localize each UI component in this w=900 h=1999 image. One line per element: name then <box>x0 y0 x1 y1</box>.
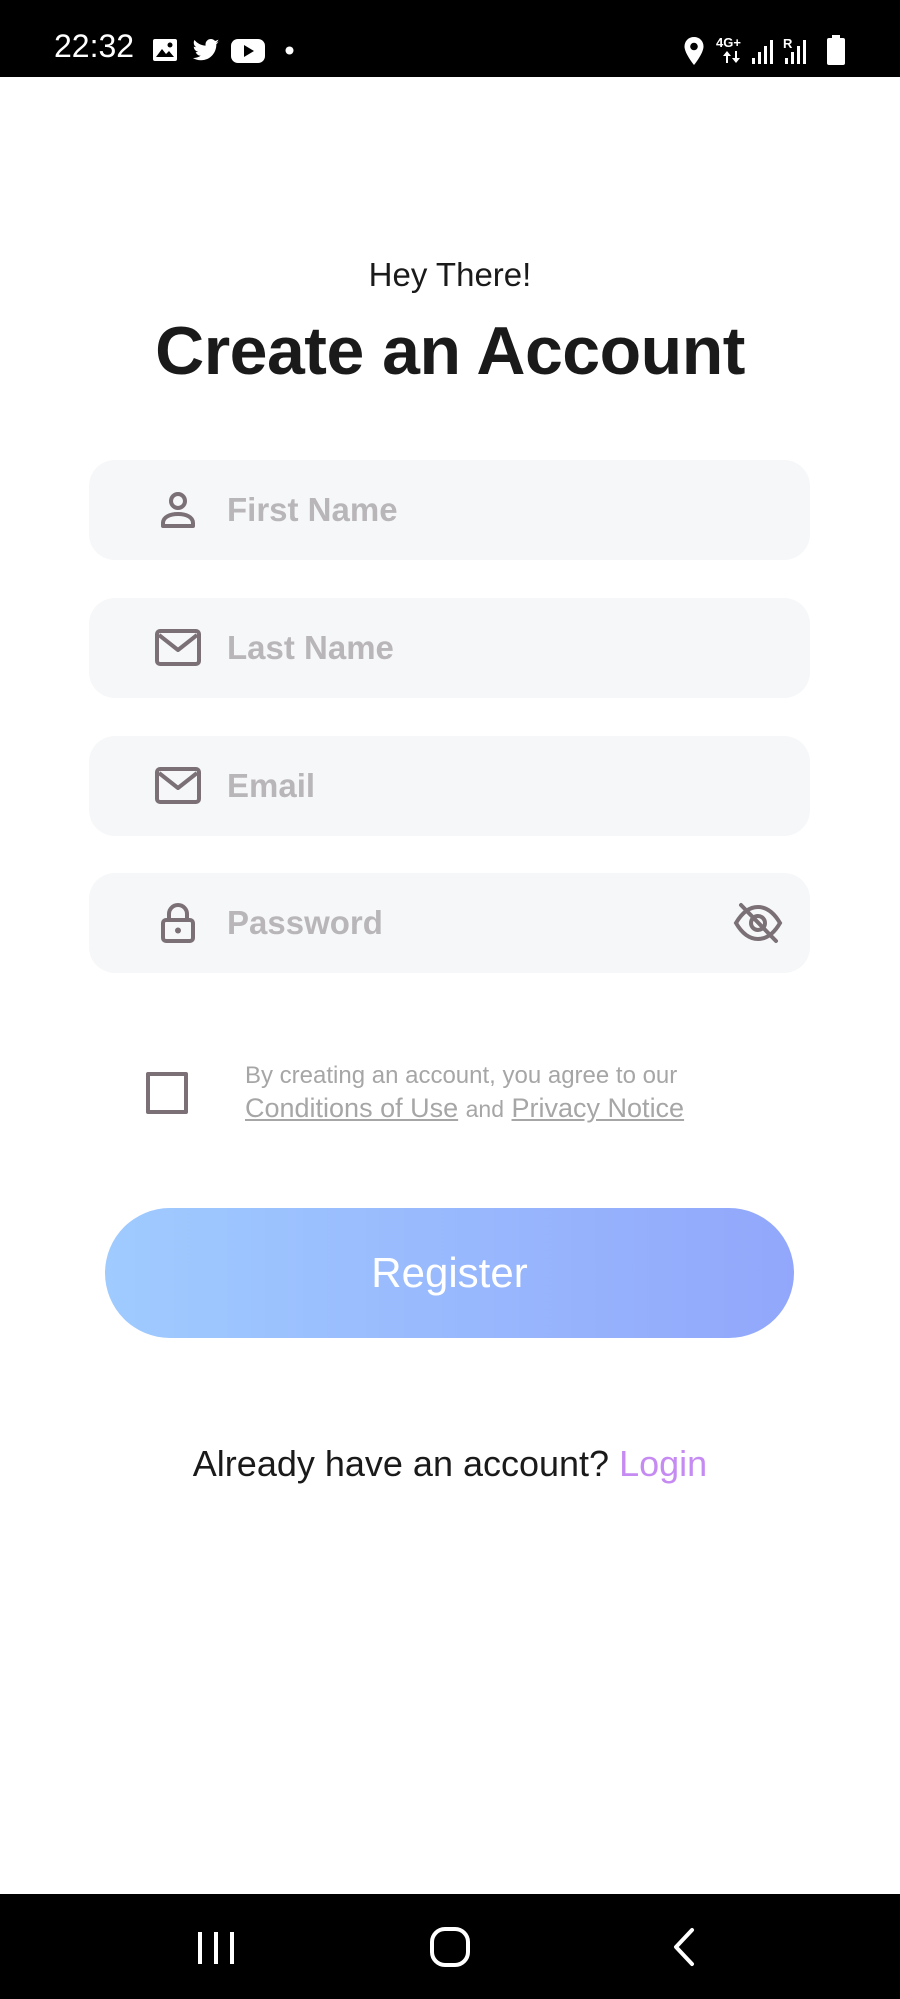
last-name-field[interactable] <box>89 598 810 698</box>
password-input[interactable] <box>227 873 707 973</box>
gallery-icon <box>153 39 177 61</box>
eye-off-icon[interactable] <box>733 899 783 947</box>
privacy-notice-link[interactable]: Privacy Notice <box>512 1093 685 1123</box>
network-type: 4G+ <box>716 35 741 50</box>
email-input[interactable] <box>227 736 747 836</box>
first-name-field[interactable] <box>89 460 810 560</box>
mail-icon <box>155 629 201 666</box>
first-name-input[interactable] <box>227 460 747 560</box>
status-bar: 22:32 4G+ R <box>0 0 900 77</box>
person-icon <box>161 492 195 528</box>
terms-links-line: Conditions of Use and Privacy Notice <box>245 1092 805 1125</box>
back-icon[interactable] <box>668 1926 698 1968</box>
login-prompt-text: Already have an account? <box>192 1443 610 1484</box>
conditions-of-use-link[interactable]: Conditions of Use <box>245 1093 458 1123</box>
twitter-icon <box>192 39 220 61</box>
notification-dot-icon <box>285 46 294 55</box>
login-link[interactable]: Login <box>619 1443 707 1484</box>
password-field[interactable] <box>89 873 810 973</box>
home-icon[interactable] <box>428 1925 472 1969</box>
terms-checkbox[interactable] <box>146 1072 188 1114</box>
mail-icon <box>155 767 201 804</box>
terms-text: By creating an account, you agree to our… <box>245 1060 805 1125</box>
terms-intro: By creating an account, you agree to our <box>245 1062 678 1089</box>
location-icon <box>684 37 704 65</box>
register-button[interactable]: Register <box>105 1208 794 1338</box>
email-field[interactable] <box>89 736 810 836</box>
recents-icon[interactable] <box>194 1930 238 1966</box>
battery-icon <box>827 35 845 65</box>
youtube-icon <box>231 39 265 63</box>
last-name-input[interactable] <box>227 598 747 698</box>
svg-text:R: R <box>783 36 793 51</box>
roaming-signal-icon: R <box>783 36 806 64</box>
login-prompt: Already have an account? Login <box>0 1443 900 1485</box>
data-arrows-icon <box>723 51 740 63</box>
greeting-text: Hey There! <box>368 256 532 293</box>
register-screen: 22:32 4G+ R Hey There! Create an Account… <box>0 0 900 1999</box>
status-time: 22:32 <box>54 28 135 64</box>
navigation-bar <box>0 1894 900 1999</box>
lock-icon <box>161 903 195 943</box>
signal-icon <box>752 40 773 64</box>
terms-and-text: and <box>465 1096 505 1122</box>
page-title: Create an Account <box>155 313 745 389</box>
